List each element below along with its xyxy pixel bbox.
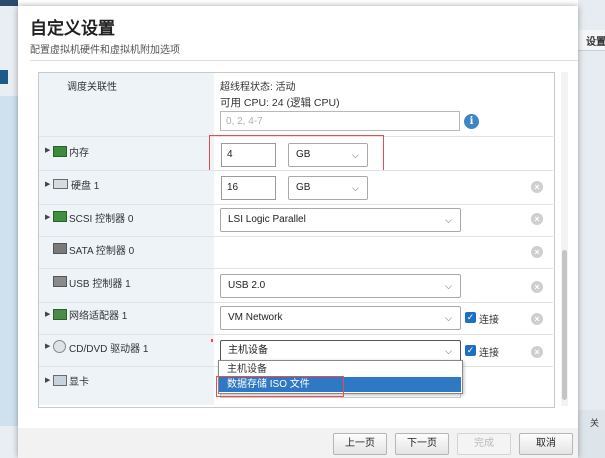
cd-dvd-connect-checkbox[interactable]: ✓	[465, 345, 476, 356]
network-connect-label: 连接	[479, 315, 499, 326]
chevron-down-icon: ⌵	[445, 281, 452, 291]
chevron-down-icon: ⌵	[445, 346, 452, 356]
cancel-button[interactable]: 取消	[519, 433, 573, 455]
memory-unit-value: GB	[296, 149, 311, 160]
background-top-strip	[0, 0, 18, 6]
info-icon[interactable]: i	[464, 114, 479, 129]
cd-dvd-connect-label: 连接	[479, 348, 499, 359]
available-cpu-text: 可用 CPU: 24 (逻辑 CPU)	[220, 97, 340, 109]
hyperthreading-status: 超线程状态: 活动	[220, 82, 296, 93]
highlight-box	[216, 376, 344, 397]
scsi-controller-icon	[53, 211, 67, 222]
expand-arrow-icon[interactable]: ▶	[45, 376, 50, 384]
usb-type-select[interactable]: USB 2.0 ⌵	[220, 274, 461, 298]
scrollbar-thumb[interactable]	[562, 250, 567, 400]
video-card-icon	[53, 375, 67, 386]
expand-arrow-icon[interactable]: ▶	[45, 310, 50, 318]
background-right-tab-label: 设置	[586, 37, 605, 48]
expand-arrow-icon[interactable]: ▶	[45, 342, 50, 350]
remove-device-icon[interactable]: ×	[531, 246, 543, 258]
dialog-subtitle: 配置虚拟机硬件和虚拟机附加选项	[30, 45, 180, 56]
chevron-down-icon: ⌵	[352, 150, 359, 160]
usb-controller-label: USB 控制器 1	[69, 279, 131, 290]
remove-device-icon[interactable]: ×	[531, 181, 543, 193]
cd-dvd-label: CD/DVD 驱动器 1	[69, 344, 149, 355]
hard-disk-icon	[53, 179, 68, 189]
memory-size-input[interactable]: 4	[221, 143, 276, 167]
cd-dvd-source-value: 主机设备	[228, 345, 268, 356]
expand-arrow-icon[interactable]: ▶	[45, 180, 50, 188]
row-divider	[39, 268, 553, 269]
remove-device-icon[interactable]: ×	[531, 313, 543, 325]
disk-size-input[interactable]: 16	[221, 176, 276, 200]
label-column	[39, 73, 214, 405]
dialog-title: 自定义设置	[30, 19, 115, 38]
required-marker	[211, 339, 213, 342]
network-connect-checkbox[interactable]: ✓	[465, 312, 476, 323]
network-adapter-label: 网络适配器 1	[69, 311, 128, 322]
scsi-type-select[interactable]: LSI Logic Parallel ⌵	[220, 208, 461, 232]
dropdown-option[interactable]: 主机设备	[219, 362, 461, 377]
scsi-controller-label: SCSI 控制器 0	[69, 214, 134, 225]
sata-controller-icon	[53, 243, 67, 254]
chevron-down-icon: ⌵	[445, 313, 452, 323]
scsi-type-value: LSI Logic Parallel	[228, 214, 306, 225]
memory-icon	[53, 146, 67, 157]
chevron-down-icon: ⌵	[352, 183, 359, 193]
usb-controller-icon	[53, 276, 67, 287]
scheduling-affinity-label: 调度关联性	[67, 82, 117, 93]
background-right-bottom-label: 关	[590, 418, 600, 428]
hard-disk-label: 硬盘 1	[71, 181, 100, 192]
background-right-pane	[578, 0, 605, 458]
remove-device-icon[interactable]: ×	[531, 346, 543, 358]
network-select[interactable]: VM Network ⌵	[220, 306, 461, 330]
next-button[interactable]: 下一页	[395, 433, 449, 455]
disk-unit-select[interactable]: GB ⌵	[288, 176, 368, 200]
memory-label: 内存	[69, 148, 89, 159]
remove-device-icon[interactable]: ×	[531, 281, 543, 293]
network-adapter-icon	[53, 309, 67, 320]
cd-dvd-icon	[53, 340, 66, 353]
title-divider	[30, 60, 578, 61]
row-divider	[39, 236, 553, 237]
memory-unit-select[interactable]: GB ⌵	[288, 143, 368, 167]
disk-unit-value: GB	[296, 182, 311, 193]
sata-controller-label: SATA 控制器 0	[69, 246, 135, 257]
row-divider	[39, 302, 553, 303]
expand-arrow-icon[interactable]: ▶	[45, 213, 50, 221]
cd-dvd-source-select[interactable]: 主机设备 ⌵	[220, 340, 461, 362]
background-left-marker	[0, 70, 8, 84]
chevron-down-icon: ⌵	[445, 215, 452, 225]
row-divider	[39, 204, 553, 205]
expand-arrow-icon[interactable]: ▶	[45, 146, 50, 154]
network-value: VM Network	[228, 312, 283, 323]
affinity-input[interactable]: 0, 2, 4-7	[220, 111, 460, 131]
back-button[interactable]: 上一页	[333, 433, 387, 455]
row-divider	[39, 170, 553, 171]
usb-type-value: USB 2.0	[228, 280, 266, 291]
video-card-label: 显卡	[69, 377, 89, 388]
row-divider	[39, 334, 553, 335]
background-left-panel	[0, 96, 18, 426]
finish-button[interactable]: 完成	[457, 433, 511, 455]
remove-device-icon[interactable]: ×	[531, 213, 543, 225]
